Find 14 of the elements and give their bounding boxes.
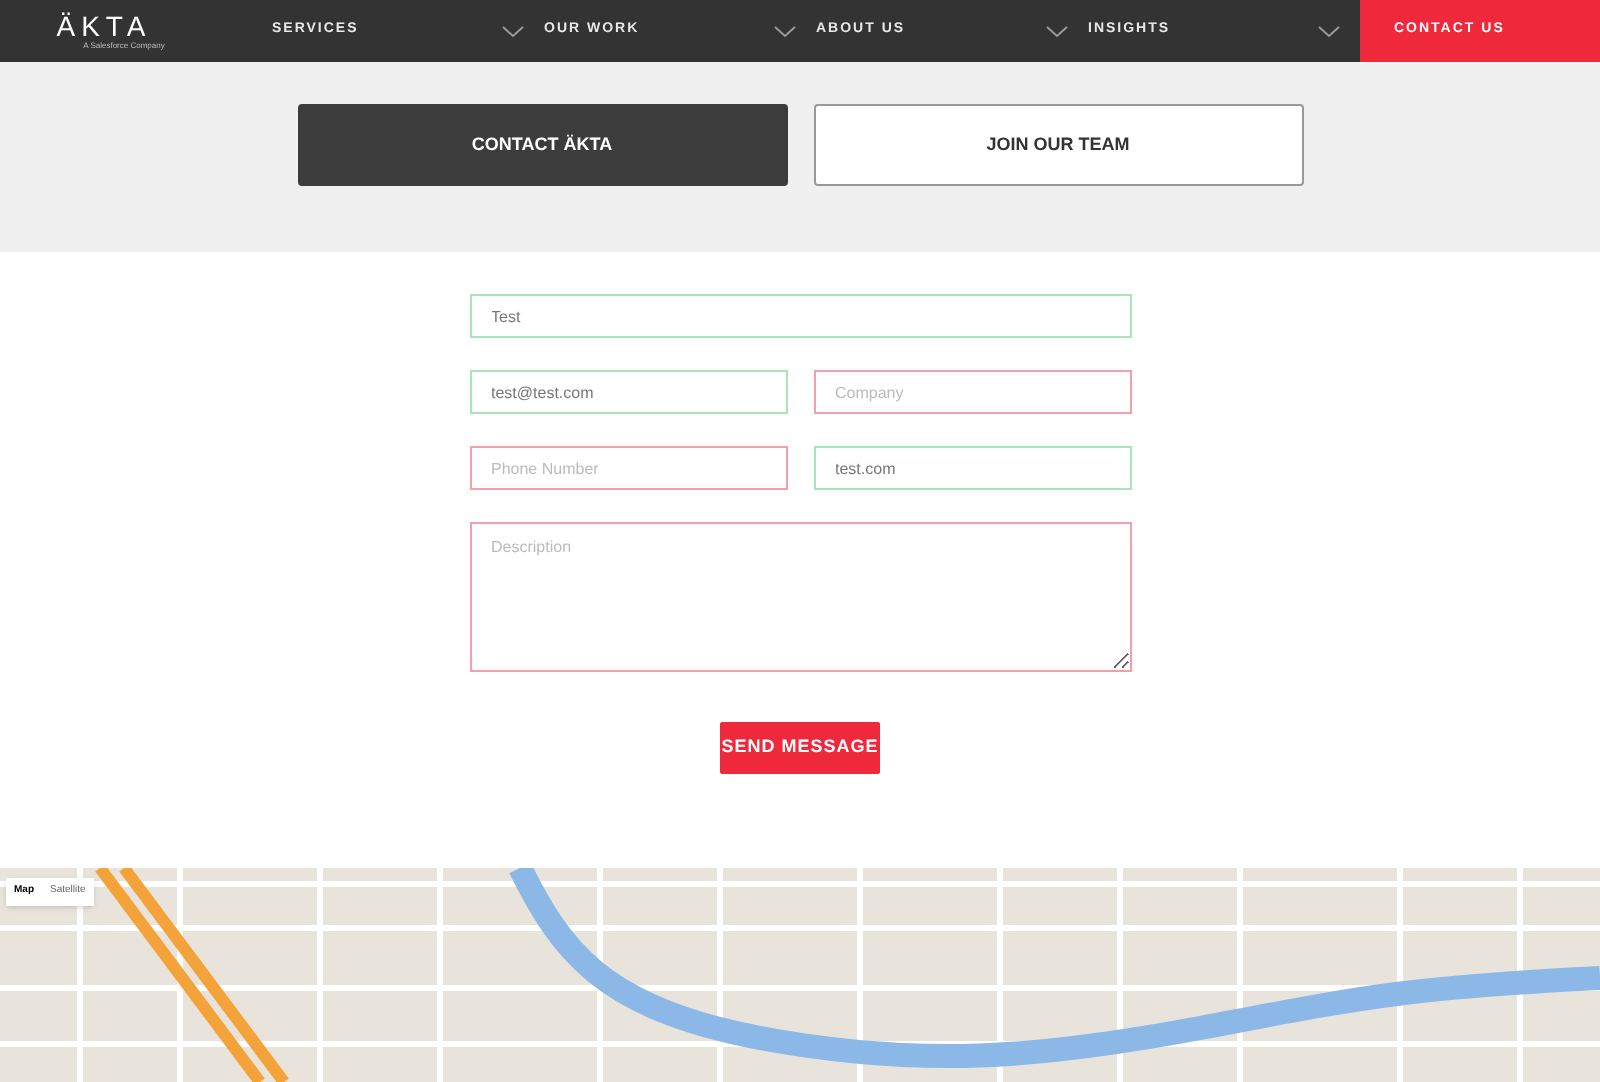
input-field[interactable]: test@test.com: [469, 370, 787, 414]
send-message-button[interactable]: SEND MESSAGE: [720, 722, 880, 774]
logo-wordmark: ÄKTA: [56, 12, 152, 40]
input-field[interactable]: Phone Number: [469, 446, 787, 490]
input-field[interactable]: Test: [469, 294, 1131, 338]
chevron-down-icon: [502, 25, 524, 37]
description-field[interactable]: Description: [469, 522, 1131, 672]
chevron-down-icon: [774, 25, 796, 37]
chevron-down-icon: [1046, 25, 1068, 37]
chevron-down-icon: [1318, 25, 1340, 37]
tab[interactable]: JOIN OUR TEAM: [813, 104, 1303, 186]
input-field[interactable]: Company: [813, 370, 1131, 414]
tab[interactable]: CONTACT ÄKTA: [297, 104, 787, 186]
input-field[interactable]: test.com: [813, 446, 1131, 490]
